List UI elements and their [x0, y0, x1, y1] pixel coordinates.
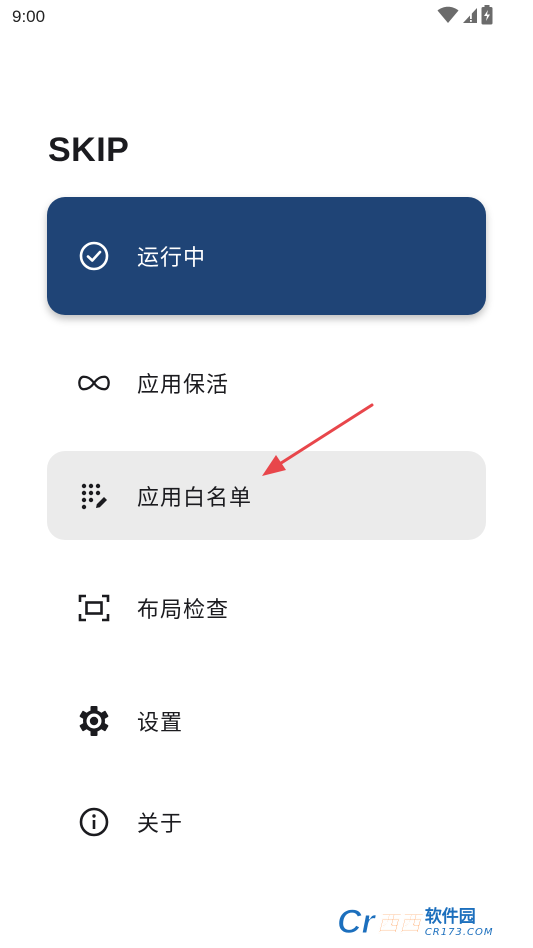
menu-item-label: 运行中: [137, 246, 207, 271]
info-icon: [78, 806, 110, 838]
dots-edit-icon: [78, 480, 110, 512]
app-title: SKIP: [48, 131, 130, 169]
watermark-xixi: 西西: [376, 912, 422, 938]
watermark-logo: Cr 西西 软件园 CR173.COM: [337, 902, 519, 942]
menu-item-label: 应用白名单: [137, 485, 253, 511]
status-icons: [437, 5, 493, 29]
check-circle-icon: [78, 240, 110, 272]
wifi-icon: [437, 6, 459, 28]
menu-item-label: 设置: [137, 711, 184, 736]
menu-item-label: 应用保活: [137, 373, 230, 398]
infinity-icon: [78, 367, 110, 399]
frame-select-icon: [78, 592, 110, 624]
menu-item-label: 关于: [137, 812, 184, 837]
watermark-letters: Cr: [337, 903, 376, 941]
menu-item-whitelist[interactable]: 应用白名单: [47, 451, 486, 540]
watermark-url: CR173.COM: [424, 926, 494, 938]
menu-item-running[interactable]: 运行中: [47, 197, 486, 315]
watermark-name: 软件园: [424, 906, 476, 927]
menu-item-about[interactable]: 关于: [47, 777, 486, 867]
gear-icon: [78, 705, 110, 737]
status-bar: 9:00: [0, 0, 533, 36]
menu-item-keepalive[interactable]: 应用保活: [47, 338, 486, 428]
watermark-text: 软件园 CR173.COM: [425, 907, 494, 938]
menu-item-settings[interactable]: 设置: [47, 676, 486, 766]
status-time: 9:00: [12, 7, 46, 26]
battery-charging-icon: [481, 5, 493, 29]
menu-item-inspect[interactable]: 布局检查: [47, 563, 486, 653]
signal-icon: [462, 6, 478, 28]
menu-item-label: 布局检查: [137, 598, 230, 623]
